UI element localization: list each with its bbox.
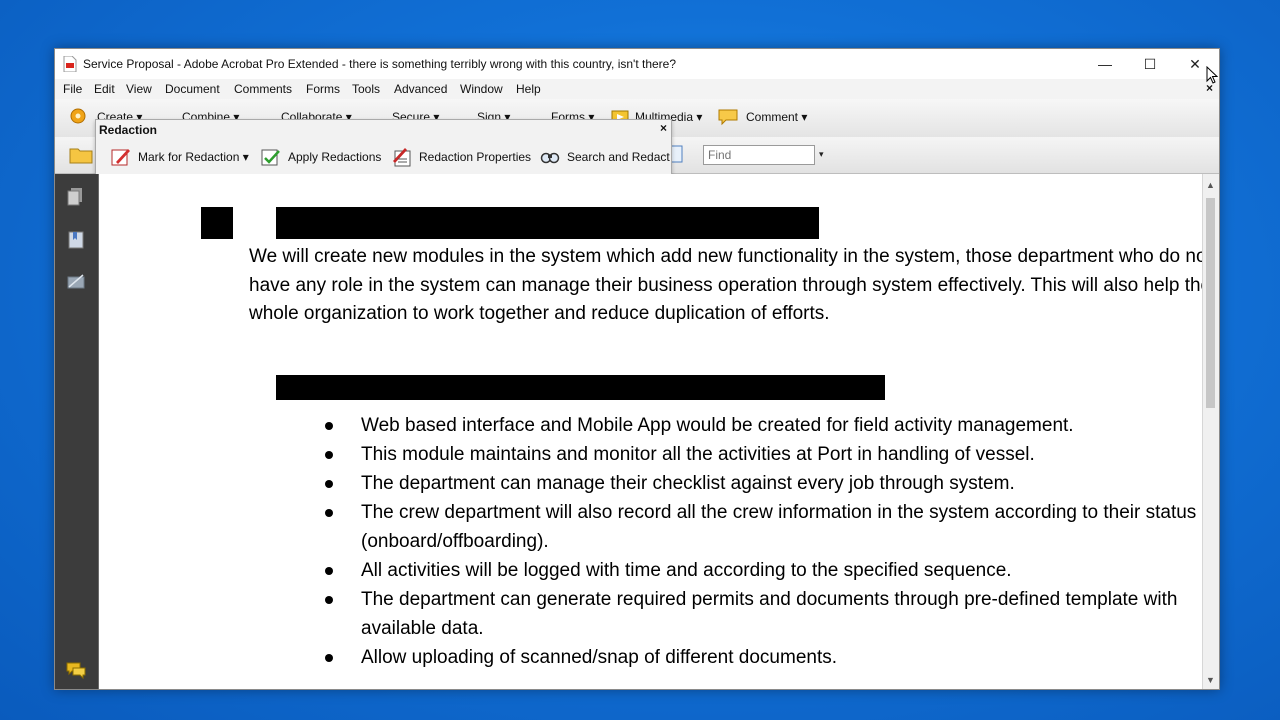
search-and-redact-button[interactable]: Search and Redact [567, 150, 670, 164]
mouse-pointer-icon [1206, 66, 1218, 84]
redaction-properties-button[interactable]: Redaction Properties [419, 150, 531, 164]
acrobat-window: Service Proposal - Adobe Acrobat Pro Ext… [54, 48, 1220, 690]
navigation-panel [55, 174, 98, 689]
list-item: Allow uploading of scanned/snap of diffe… [317, 643, 1217, 672]
menu-view[interactable]: View [126, 82, 152, 96]
redaction-properties-icon [393, 148, 411, 167]
redaction-panel-close-button[interactable]: × [660, 121, 667, 135]
scrollbar-thumb[interactable] [1206, 198, 1215, 408]
list-item: The crew department will also record all… [317, 498, 1217, 556]
menu-advanced[interactable]: Advanced [394, 82, 447, 96]
redaction-panel-title: Redaction [99, 123, 158, 137]
apply-redactions-icon [261, 149, 280, 166]
menu-forms[interactable]: Forms [306, 82, 340, 96]
menu-window[interactable]: Window [460, 82, 503, 96]
menu-tools[interactable]: Tools [352, 82, 380, 96]
menu-document[interactable]: Document [165, 82, 220, 96]
menu-bar: File Edit View Document Comments Forms T… [55, 79, 1219, 99]
list-item: This module maintains and monitor all th… [317, 440, 1217, 469]
create-gear-icon [70, 108, 86, 124]
list-item: Web based interface and Mobile App would… [317, 411, 1217, 440]
pdf-file-icon [63, 56, 77, 72]
feature-bullet-list: Web based interface and Mobile App would… [317, 411, 1217, 672]
list-item: All activities will be logged with time … [317, 556, 1217, 585]
find-options-arrow[interactable]: ▾ [819, 149, 824, 160]
vertical-scrollbar[interactable]: ▲ ▼ [1202, 174, 1219, 689]
open-folder-icon[interactable] [69, 146, 93, 164]
maximize-button[interactable]: ☐ [1128, 49, 1172, 79]
apply-redactions-button[interactable]: Apply Redactions [288, 150, 381, 164]
find-input[interactable] [703, 145, 815, 165]
signatures-icon[interactable] [65, 271, 87, 293]
mark-for-redaction-button[interactable]: Mark for Redaction ▾ [138, 150, 249, 164]
bookmarks-icon[interactable] [65, 229, 87, 251]
scroll-up-arrow[interactable]: ▲ [1206, 180, 1215, 190]
title-bar: Service Proposal - Adobe Acrobat Pro Ext… [55, 49, 1219, 79]
document-page: We will create new modules in the system… [98, 174, 1212, 689]
list-item: The department can manage their checklis… [317, 469, 1217, 498]
mark-redaction-icon [111, 149, 130, 166]
scroll-down-arrow[interactable]: ▼ [1206, 675, 1215, 685]
redaction-mark[interactable] [201, 207, 233, 239]
comment-bubble-icon [718, 109, 738, 126]
comment-button[interactable]: Comment ▾ [746, 110, 807, 124]
redaction-toolbar-panel: Redaction × Mark for Redaction ▾ Apply R… [95, 119, 672, 179]
redaction-mark[interactable] [276, 375, 885, 400]
pages-icon[interactable] [65, 186, 87, 208]
comments-panel-icon[interactable] [65, 659, 87, 681]
menu-edit[interactable]: Edit [94, 82, 115, 96]
search-and-redact-icon [540, 152, 560, 164]
menu-comments[interactable]: Comments [234, 82, 292, 96]
menu-help[interactable]: Help [516, 82, 541, 96]
list-item: The department can generate required per… [317, 585, 1217, 643]
redaction-mark[interactable] [276, 207, 819, 239]
menu-file[interactable]: File [63, 82, 82, 96]
window-title: Service Proposal - Adobe Acrobat Pro Ext… [83, 57, 677, 71]
minimize-button[interactable]: — [1083, 49, 1127, 79]
intro-paragraph: We will create new modules in the system… [249, 246, 1212, 324]
